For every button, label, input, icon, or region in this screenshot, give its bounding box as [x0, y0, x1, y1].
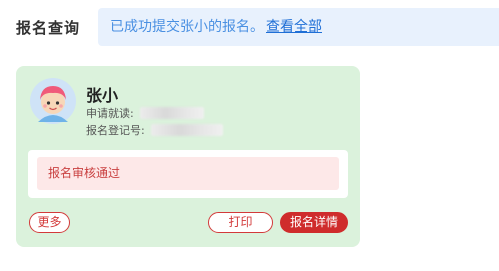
apply-school-field: 申请就读: — [86, 106, 204, 120]
status-panel: 报名审核通过 — [28, 150, 348, 198]
notice-text: 已成功提交张小的报名。 — [110, 19, 264, 35]
status-badge: 报名审核通过 — [37, 157, 339, 190]
child-avatar-icon — [30, 78, 76, 124]
success-notice: 已成功提交张小的报名。 查看全部 — [98, 8, 499, 46]
print-button[interactable]: 打印 — [208, 212, 273, 233]
reg-no-redacted — [150, 124, 223, 136]
reg-no-field: 报名登记号: — [86, 123, 223, 137]
view-all-link[interactable]: 查看全部 — [266, 19, 322, 35]
apply-school-label: 申请就读: — [86, 107, 134, 120]
page-title: 报名查询 — [16, 19, 81, 37]
student-name: 张小 — [86, 86, 119, 105]
registration-card: 张小 申请就读: 报名登记号: 报名审核通过 更多 打印 报名详情 — [16, 66, 360, 247]
more-button[interactable]: 更多 — [29, 212, 70, 233]
reg-no-label: 报名登记号: — [86, 124, 145, 137]
detail-button[interactable]: 报名详情 — [280, 212, 348, 233]
apply-school-redacted — [139, 107, 204, 119]
